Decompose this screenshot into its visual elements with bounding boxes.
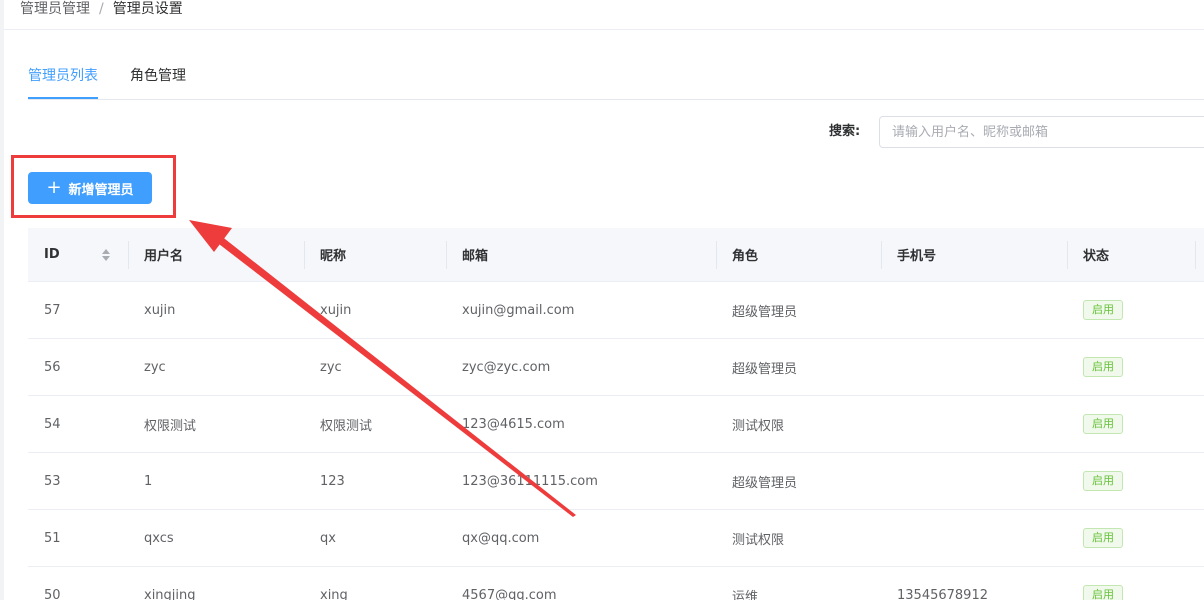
cell-role: 测试权限 <box>732 532 785 548</box>
status-badge: 启用 <box>1083 414 1123 434</box>
cell-nickname: qx <box>320 530 336 546</box>
search-label: 搜索: <box>829 124 861 139</box>
column-divider <box>1195 241 1196 269</box>
cell-email: zyc@zyc.com <box>462 359 551 375</box>
cell-phone: 13545678912 <box>897 587 988 600</box>
cell-phone <box>881 396 1067 452</box>
table-row[interactable]: 57 xujin xujin xujin@gmail.com 超级管理员 启用 <box>28 282 1204 339</box>
column-header-status: 状态 <box>1083 249 1110 264</box>
cell-nickname: xujin <box>320 302 352 318</box>
tabs-divider <box>28 99 1204 100</box>
cell-email: 4567@qq.com <box>462 587 557 600</box>
cell-id: 56 <box>44 359 61 375</box>
cell-phone <box>881 453 1067 509</box>
column-header-email: 邮箱 <box>462 249 489 264</box>
column-header-phone: 手机号 <box>897 249 937 264</box>
cell-phone <box>881 339 1067 395</box>
status-badge: 启用 <box>1083 528 1123 548</box>
cell-email: 123@4615.com <box>462 416 565 432</box>
table-header: ID 用户名 昵称 邮箱 角色 手机号 状态 <box>28 228 1204 282</box>
admin-table: ID 用户名 昵称 邮箱 角色 手机号 状态 57 xujin xujin xu… <box>28 228 1204 600</box>
cell-email: 123@36111115.com <box>462 473 598 489</box>
cell-id: 57 <box>44 302 61 318</box>
cell-username: 权限测试 <box>144 418 197 434</box>
table-row[interactable]: 50 xingjing xing 4567@qq.com 运维 13545678… <box>28 567 1204 600</box>
cell-username: qxcs <box>144 530 174 546</box>
cell-email: qx@qq.com <box>462 530 540 546</box>
cell-nickname: 权限测试 <box>320 418 373 434</box>
cell-role: 运维 <box>732 589 759 600</box>
tab-role-management[interactable]: 角色管理 <box>130 66 186 86</box>
search-input[interactable] <box>879 116 1204 148</box>
cell-role: 测试权限 <box>732 418 785 434</box>
column-header-username: 用户名 <box>144 249 184 264</box>
cell-status: 启用 <box>1067 339 1195 395</box>
table-row[interactable]: 56 zyc zyc zyc@zyc.com 超级管理员 启用 <box>28 339 1204 396</box>
table-row[interactable]: 54 权限测试 权限测试 123@4615.com 测试权限 启用 <box>28 396 1204 453</box>
cell-phone <box>881 282 1067 338</box>
status-badge: 启用 <box>1083 300 1123 320</box>
cell-nickname: zyc <box>320 359 342 375</box>
cell-phone <box>881 510 1067 566</box>
cell-id: 51 <box>44 530 61 546</box>
breadcrumb-separator: / <box>99 1 104 17</box>
cell-nickname: 123 <box>320 473 345 489</box>
breadcrumb-parent[interactable]: 管理员管理 <box>20 0 90 18</box>
header-divider <box>4 29 1204 30</box>
status-badge: 启用 <box>1083 357 1123 377</box>
cell-id: 53 <box>44 473 61 489</box>
column-header-role: 角色 <box>732 249 759 264</box>
cell-role: 超级管理员 <box>732 475 798 491</box>
cell-status: 启用 <box>1067 567 1195 600</box>
cell-email: xujin@gmail.com <box>462 302 575 318</box>
cell-nickname: xing <box>320 587 348 600</box>
table-row[interactable]: 51 qxcs qx qx@qq.com 测试权限 启用 <box>28 510 1204 567</box>
cell-username: xujin <box>144 302 176 318</box>
status-badge: 启用 <box>1083 471 1123 491</box>
tab-admin-list[interactable]: 管理员列表 <box>28 66 98 86</box>
cell-role: 超级管理员 <box>732 361 798 377</box>
breadcrumb: 管理员管理 / 管理员设置 <box>20 0 183 22</box>
cell-status: 启用 <box>1067 396 1195 452</box>
column-header-nickname: 昵称 <box>320 249 347 264</box>
cell-role: 超级管理员 <box>732 304 798 320</box>
cell-status: 启用 <box>1067 510 1195 566</box>
tab-bar: 管理员列表 角色管理 <box>28 56 1204 100</box>
column-header-id[interactable]: ID <box>28 228 128 281</box>
cell-status: 启用 <box>1067 282 1195 338</box>
cell-status: 启用 <box>1067 453 1195 509</box>
cell-id: 50 <box>44 587 61 600</box>
left-edge <box>0 0 4 600</box>
sort-icon[interactable] <box>101 248 110 261</box>
annotation-highlight-box <box>11 155 176 218</box>
status-badge: 启用 <box>1083 585 1123 600</box>
cell-username: xingjing <box>144 587 196 600</box>
cell-id: 54 <box>44 416 61 432</box>
breadcrumb-current: 管理员设置 <box>112 1 183 17</box>
table-row[interactable]: 53 1 123 123@36111115.com 超级管理员 启用 <box>28 453 1204 510</box>
cell-username: 1 <box>144 473 153 489</box>
cell-username: zyc <box>144 359 166 375</box>
